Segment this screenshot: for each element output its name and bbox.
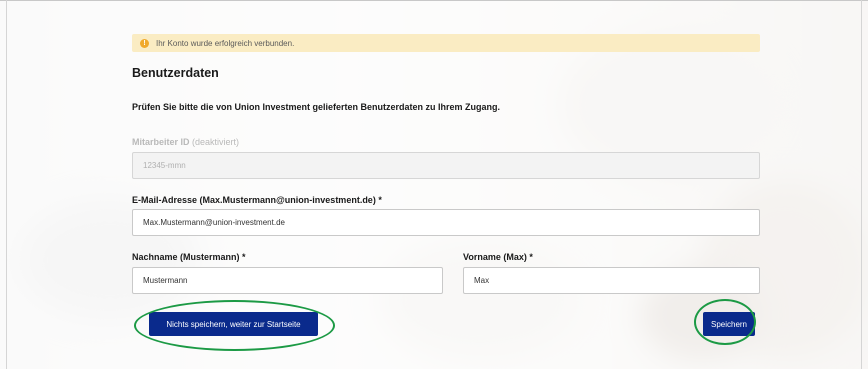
email-label: E-Mail-Adresse (Max.Mustermann@union-inv… bbox=[132, 195, 382, 205]
employee-id-label-text: Mitarbeiter ID bbox=[132, 137, 190, 147]
skip-button[interactable]: Nichts speichern, weiter zur Startseite bbox=[149, 312, 318, 336]
window-border bbox=[861, 0, 862, 369]
employee-id-hint: (deaktiviert) bbox=[192, 137, 240, 147]
first-name-field[interactable] bbox=[463, 267, 760, 294]
employee-id-field bbox=[132, 152, 760, 179]
info-icon: ! bbox=[140, 38, 149, 48]
employee-id-label: Mitarbeiter ID (deaktiviert) bbox=[132, 137, 239, 147]
email-field[interactable] bbox=[132, 209, 760, 236]
window-border bbox=[0, 0, 868, 1]
last-name-label: Nachname (Mustermann) * bbox=[132, 252, 246, 262]
window-border bbox=[6, 0, 7, 369]
success-alert: ! Ihr Konto wurde erfolgreich verbunden. bbox=[132, 34, 760, 52]
alert-text: Ihr Konto wurde erfolgreich verbunden. bbox=[156, 38, 295, 48]
intro-text: Prüfen Sie bitte die von Union Investmen… bbox=[132, 102, 501, 112]
save-button[interactable]: Speichern bbox=[703, 312, 755, 336]
last-name-field[interactable] bbox=[132, 267, 443, 294]
page-title: Benutzerdaten bbox=[132, 66, 219, 80]
first-name-label: Vorname (Max) * bbox=[463, 252, 533, 262]
